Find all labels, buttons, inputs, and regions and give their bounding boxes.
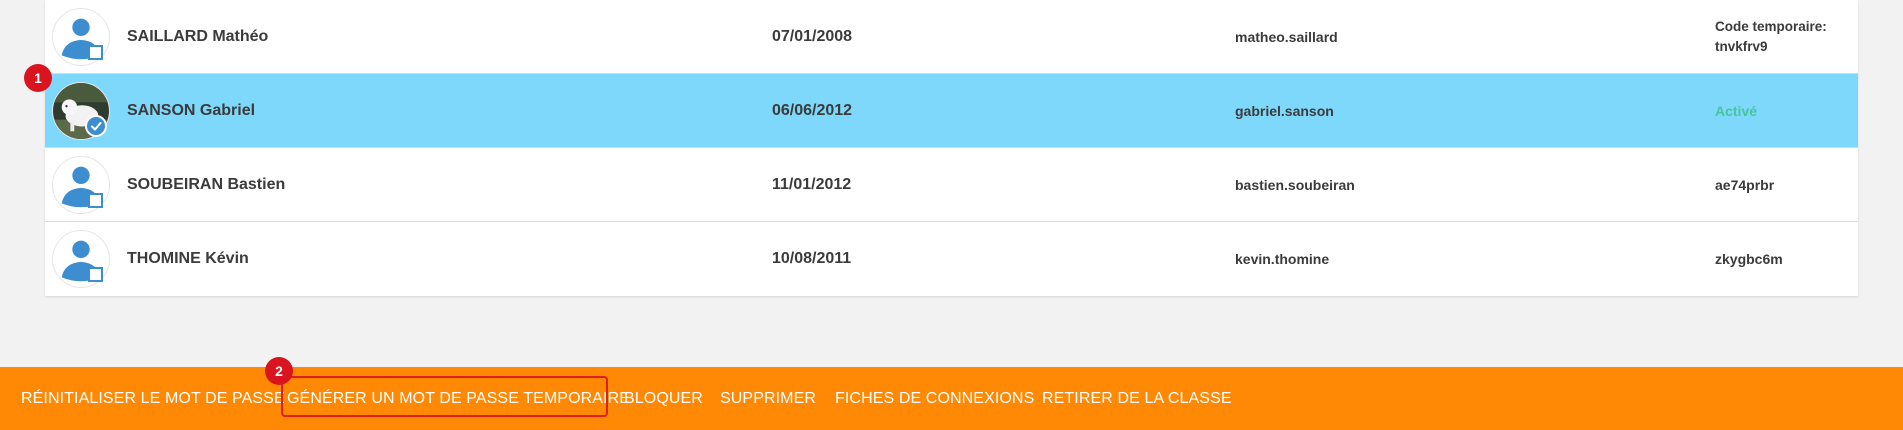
student-row[interactable]: SOUBEIRAN Bastien 11/01/2012 bastien.sou… xyxy=(45,148,1858,222)
student-login: gabriel.sanson xyxy=(1235,103,1334,119)
student-name: SAILLARD Mathéo xyxy=(127,28,269,45)
bulk-action-bar: RÉINITIALISER LE MOT DE PASSE GÉNÉRER UN… xyxy=(0,357,1903,430)
student-birthdate: 11/01/2012 xyxy=(772,176,852,193)
student-row-selected[interactable]: SANSON Gabriel 06/06/2012 gabriel.sanson… xyxy=(45,74,1858,148)
status-active: Activé xyxy=(1715,103,1758,119)
student-login: kevin.thomine xyxy=(1235,251,1330,267)
student-name: THOMINE Kévin xyxy=(127,250,249,267)
row-select-checkbox[interactable] xyxy=(88,193,103,208)
student-login: matheo.saillard xyxy=(1235,29,1338,45)
student-birthdate: 07/01/2008 xyxy=(772,28,853,45)
student-row[interactable]: THOMINE Kévin 10/08/2011 kevin.thomine z… xyxy=(45,222,1858,296)
temp-code-label: Code temporaire: xyxy=(1715,19,1827,34)
student-birthdate: 06/06/2012 xyxy=(772,102,853,119)
reset-password-button[interactable]: RÉINITIALISER LE MOT DE PASSE xyxy=(21,367,285,430)
row-select-checkbox[interactable] xyxy=(88,45,103,60)
student-list: SAILLARD Mathéo 07/01/2008 matheo.sailla… xyxy=(45,0,1858,296)
row-selected-check-icon[interactable] xyxy=(85,115,107,137)
student-name: SANSON Gabriel xyxy=(127,102,256,119)
connection-sheets-button[interactable]: FICHES DE CONNEXIONS xyxy=(835,367,1034,430)
student-login: bastien.soubeiran xyxy=(1235,177,1355,193)
student-password-status: Code temporaire: tnvkfrv9 xyxy=(1715,0,1827,74)
row-select-checkbox[interactable] xyxy=(88,267,103,282)
generate-temp-password-button[interactable]: GÉNÉRER UN MOT DE PASSE TEMPORAIRE xyxy=(287,367,630,430)
student-password-status: ae74prbr xyxy=(1715,177,1775,193)
block-button[interactable]: BLOQUER xyxy=(624,367,703,430)
student-row[interactable]: SAILLARD Mathéo 07/01/2008 matheo.sailla… xyxy=(45,0,1858,74)
step-badge-2: 2 xyxy=(265,357,293,385)
student-password-status: Activé xyxy=(1715,74,1757,148)
step-badge-1: 1 xyxy=(24,64,52,92)
student-password-status: zkygbc6m xyxy=(1715,251,1783,267)
temp-code-value: tnvkfrv9 xyxy=(1715,39,1768,54)
student-name: SOUBEIRAN Bastien xyxy=(127,176,286,193)
delete-button[interactable]: SUPPRIMER xyxy=(720,367,816,430)
remove-from-class-button[interactable]: RETIRER DE LA CLASSE xyxy=(1042,367,1232,430)
student-birthdate: 10/08/2011 xyxy=(772,250,852,267)
